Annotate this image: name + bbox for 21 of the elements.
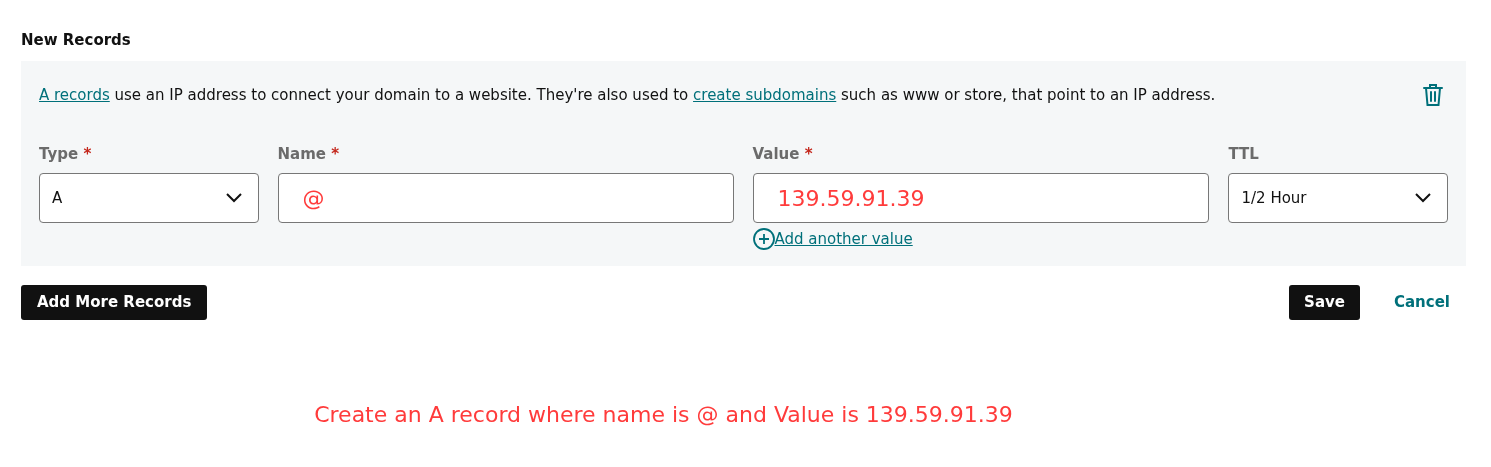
field-label: Name * — [277, 144, 341, 165]
add-another-value-link[interactable]: Add another value — [752, 228, 1210, 251]
field-label: Type * — [39, 144, 93, 165]
link[interactable]: create subdomains — [693, 86, 837, 104]
add-more-records-button[interactable]: Add More Records — [21, 285, 208, 320]
link[interactable]: A records — [39, 86, 110, 104]
save-button[interactable]: Save — [1289, 285, 1360, 320]
select-field[interactable]: 1/2 Hour — [1228, 173, 1448, 223]
description-text: A records use an IP address to connect your domain to a website. They're also used to create subdomains such as www or store, that point to an IP address. — [39, 85, 1216, 106]
field-label: Value * — [752, 144, 814, 165]
section-title: New Records — [21, 30, 132, 51]
cancel-button[interactable]: Cancel — [1394, 285, 1450, 320]
chevron-down-icon — [225, 193, 242, 203]
chevron-down-icon — [1415, 193, 1431, 203]
trash-icon[interactable] — [1422, 83, 1444, 107]
input-field[interactable]: @ — [277, 173, 734, 223]
field-label: TTL — [1228, 144, 1260, 165]
input-field[interactable]: 139.59.91.39 — [752, 173, 1210, 223]
plus-circle-icon — [752, 228, 775, 251]
annotation-text: Create an A record where name is @ and Value is 139.59.91.39 — [314, 401, 1013, 429]
select-field[interactable]: A — [39, 173, 259, 223]
